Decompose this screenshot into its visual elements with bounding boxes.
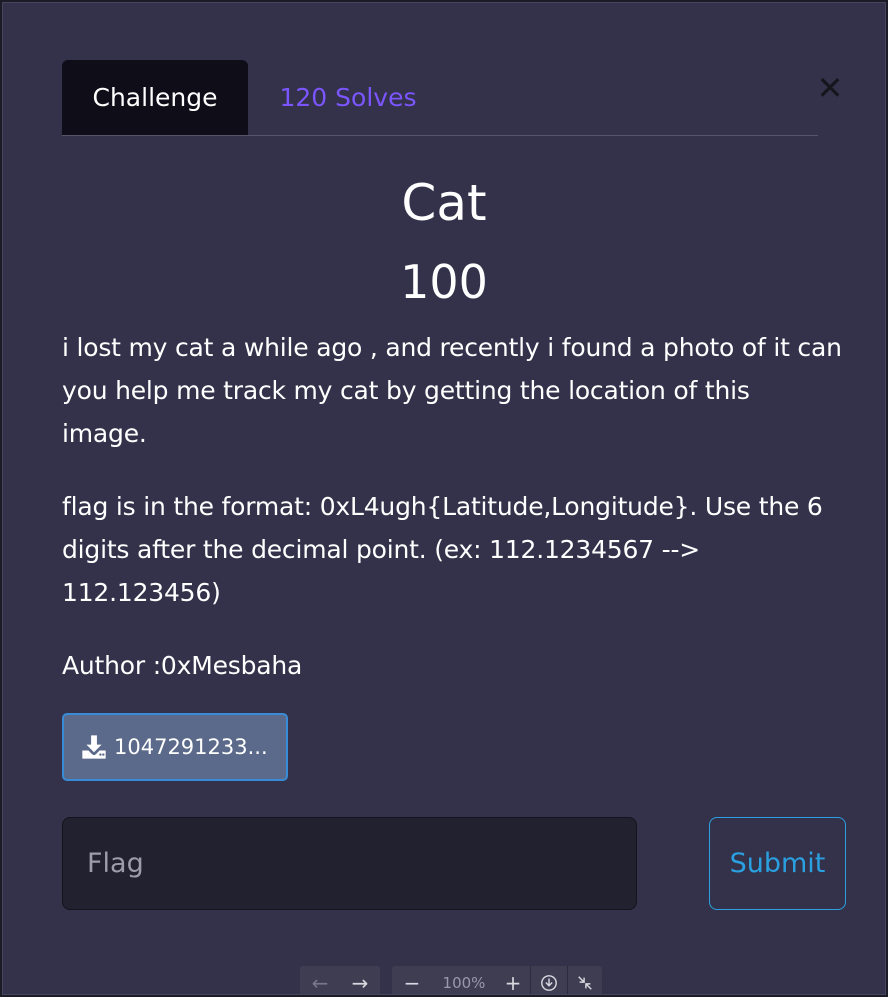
zoom-in-button[interactable]: + — [496, 966, 530, 995]
zoom-level: 100% — [442, 974, 486, 992]
challenge-title: Cat — [401, 174, 487, 232]
close-icon: ✕ — [816, 69, 844, 107]
tab-solves[interactable]: 120 Solves — [248, 60, 448, 135]
viewer-zoom-toolbar: − 100% + — [392, 966, 602, 995]
challenge-description: i lost my cat a while ago , and recently… — [62, 333, 842, 448]
next-button[interactable]: → — [340, 966, 380, 995]
tab-challenge[interactable]: Challenge — [62, 60, 248, 135]
close-button[interactable]: ✕ — [815, 69, 845, 107]
challenge-points: 100 — [400, 255, 488, 309]
flag-format-note: flag is in the format: 0xL4ugh{Latitude,… — [62, 492, 823, 607]
zoom-out-button[interactable]: − — [392, 966, 432, 995]
arrow-left-icon: ← — [311, 971, 329, 995]
zoom-in-icon: + — [504, 971, 522, 995]
download-image-button[interactable] — [531, 966, 567, 994]
zoom-out-icon: − — [403, 971, 421, 995]
tab-bar: Challenge 120 Solves — [62, 60, 818, 136]
challenge-author: Author :0xMesbaha — [62, 651, 303, 680]
flag-input[interactable] — [62, 817, 637, 910]
viewer-nav-toolbar: ← → — [300, 966, 380, 995]
tab-solves-label: 120 Solves — [279, 83, 417, 112]
download-icon — [82, 735, 106, 759]
download-file-button[interactable]: 1047291233... — [62, 713, 288, 781]
tab-challenge-label: Challenge — [92, 83, 218, 112]
arrow-right-icon: → — [351, 971, 369, 995]
submit-button[interactable]: Submit — [709, 817, 846, 910]
download-file-label: 1047291233... — [114, 735, 268, 759]
collapse-button[interactable] — [568, 966, 602, 994]
download-circle-icon — [541, 975, 557, 991]
previous-button[interactable]: ← — [300, 966, 340, 995]
collapse-icon — [578, 976, 592, 990]
challenge-modal: Challenge 120 Solves ✕ Cat 100 i lost my… — [2, 2, 886, 995]
